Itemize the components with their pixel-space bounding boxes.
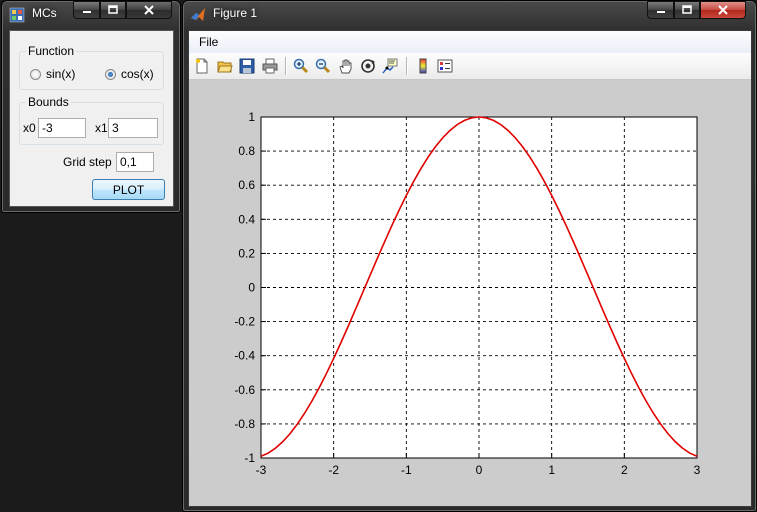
matlab-icon bbox=[191, 8, 205, 21]
y-tick-label: -0.4 bbox=[234, 349, 255, 363]
x-tick-label: 3 bbox=[694, 463, 701, 477]
radio-cos[interactable]: cos(x) bbox=[105, 67, 154, 81]
data-cursor-button[interactable] bbox=[380, 56, 400, 76]
minimize-button[interactable] bbox=[73, 1, 100, 19]
zoom-out-button[interactable] bbox=[313, 56, 333, 76]
app-icon bbox=[9, 7, 25, 23]
maximize-button[interactable] bbox=[100, 1, 126, 19]
x-tick-label: -3 bbox=[256, 463, 267, 477]
rotate-3d-icon bbox=[361, 59, 375, 73]
bounds-group-legend: Bounds bbox=[26, 95, 71, 109]
y-tick-label: 0.2 bbox=[238, 246, 255, 260]
mcs-window: MCs Function sin(x) cos(x) Bounds x0 -3 … bbox=[1, 0, 181, 213]
x1-label: x1 bbox=[95, 121, 108, 135]
zoom-in-icon bbox=[293, 58, 309, 74]
menu-file[interactable]: File bbox=[199, 35, 218, 49]
maximize-icon bbox=[682, 5, 692, 14]
figure-window: Figure 1 File -3 -2 -1 0 1 2 3 1 0.8 0.6… bbox=[182, 0, 757, 512]
y-tick-label: -0.6 bbox=[234, 383, 255, 397]
y-tick-label: 0.6 bbox=[238, 178, 255, 192]
x-tick-label: 0 bbox=[476, 463, 483, 477]
y-tick-label: 0.4 bbox=[238, 212, 255, 226]
pan-hand-icon bbox=[339, 59, 352, 74]
figure-canvas: -3 -2 -1 0 1 2 3 1 0.8 0.6 0.4 0.2 0 -0.2 -0.4 -0.6 -0.8… bbox=[189, 80, 751, 506]
print-button[interactable] bbox=[260, 56, 280, 76]
x-tick-label: 1 bbox=[548, 463, 555, 477]
zoom-out-icon bbox=[315, 58, 331, 74]
y-tick-label: 1 bbox=[248, 110, 255, 124]
zoom-in-button[interactable] bbox=[291, 56, 311, 76]
open-folder-icon bbox=[217, 61, 233, 73]
save-icon bbox=[239, 58, 255, 74]
y-tick-label: -1 bbox=[244, 451, 255, 465]
minimize-icon bbox=[82, 11, 91, 13]
figure-toolbar bbox=[189, 53, 751, 80]
colorbar-icon bbox=[419, 58, 427, 74]
x0-label: x0 bbox=[23, 121, 36, 135]
plot-button[interactable]: PLOT bbox=[92, 179, 165, 200]
close-icon bbox=[144, 5, 154, 15]
bounds-group: Bounds x0 -3 x1 3 bbox=[19, 95, 164, 145]
toolbar-separator bbox=[285, 57, 286, 75]
colorbar-button[interactable] bbox=[413, 56, 433, 76]
legend-icon bbox=[437, 59, 453, 73]
minimize-icon bbox=[656, 11, 665, 13]
x-tick-label: -2 bbox=[328, 463, 339, 477]
function-group: Function sin(x) cos(x) bbox=[19, 44, 164, 90]
figure-window-title: Figure 1 bbox=[213, 6, 258, 20]
y-tick-label: -0.2 bbox=[234, 315, 255, 329]
function-group-legend: Function bbox=[26, 44, 77, 58]
close-button[interactable] bbox=[126, 1, 172, 19]
x-tick-label: -1 bbox=[401, 463, 412, 477]
figure-close-button[interactable] bbox=[700, 1, 746, 19]
new-file-button[interactable] bbox=[192, 56, 212, 76]
pan-button[interactable] bbox=[336, 56, 356, 76]
toolbar-separator bbox=[406, 57, 407, 75]
radio-cos-label: cos(x) bbox=[121, 67, 154, 81]
mcs-client-area: Function sin(x) cos(x) Bounds x0 -3 x1 3… bbox=[9, 30, 174, 207]
x0-input[interactable]: -3 bbox=[38, 118, 86, 138]
figure-maximize-button[interactable] bbox=[674, 1, 700, 19]
y-tick-label: 0.8 bbox=[238, 144, 255, 158]
mcs-window-title: MCs bbox=[32, 6, 57, 20]
data-cursor-icon bbox=[382, 58, 398, 74]
cosine-plot[interactable]: -3 -2 -1 0 1 2 3 1 0.8 0.6 0.4 0.2 0 -0.2 -0.4 -0.6 -0.8… bbox=[189, 80, 751, 506]
radio-sin[interactable]: sin(x) bbox=[30, 67, 75, 81]
maximize-icon bbox=[108, 5, 118, 14]
y-tick-label: 0 bbox=[248, 281, 255, 295]
radio-sin-dot[interactable] bbox=[30, 68, 41, 80]
radio-cos-dot[interactable] bbox=[105, 68, 116, 80]
legend-button[interactable] bbox=[435, 56, 455, 76]
figure-client-area: File -3 -2 -1 0 1 2 3 1 0.8 0.6 0.4 0.2 … bbox=[188, 30, 752, 507]
grid-step-input[interactable]: 0,1 bbox=[116, 152, 154, 172]
print-icon bbox=[262, 58, 278, 74]
radio-sin-label: sin(x) bbox=[46, 67, 76, 81]
rotate-3d-button[interactable] bbox=[358, 56, 378, 76]
y-tick-label: -0.8 bbox=[234, 417, 255, 431]
x-tick-label: 2 bbox=[621, 463, 628, 477]
figure-minimize-button[interactable] bbox=[647, 1, 674, 19]
close-icon bbox=[718, 5, 728, 15]
save-button[interactable] bbox=[237, 56, 257, 76]
menu-bar: File bbox=[189, 31, 751, 54]
grid-step-label: Grid step bbox=[63, 155, 112, 169]
open-button[interactable] bbox=[215, 56, 235, 76]
x1-input[interactable]: 3 bbox=[108, 118, 158, 138]
new-file-icon bbox=[196, 58, 208, 74]
